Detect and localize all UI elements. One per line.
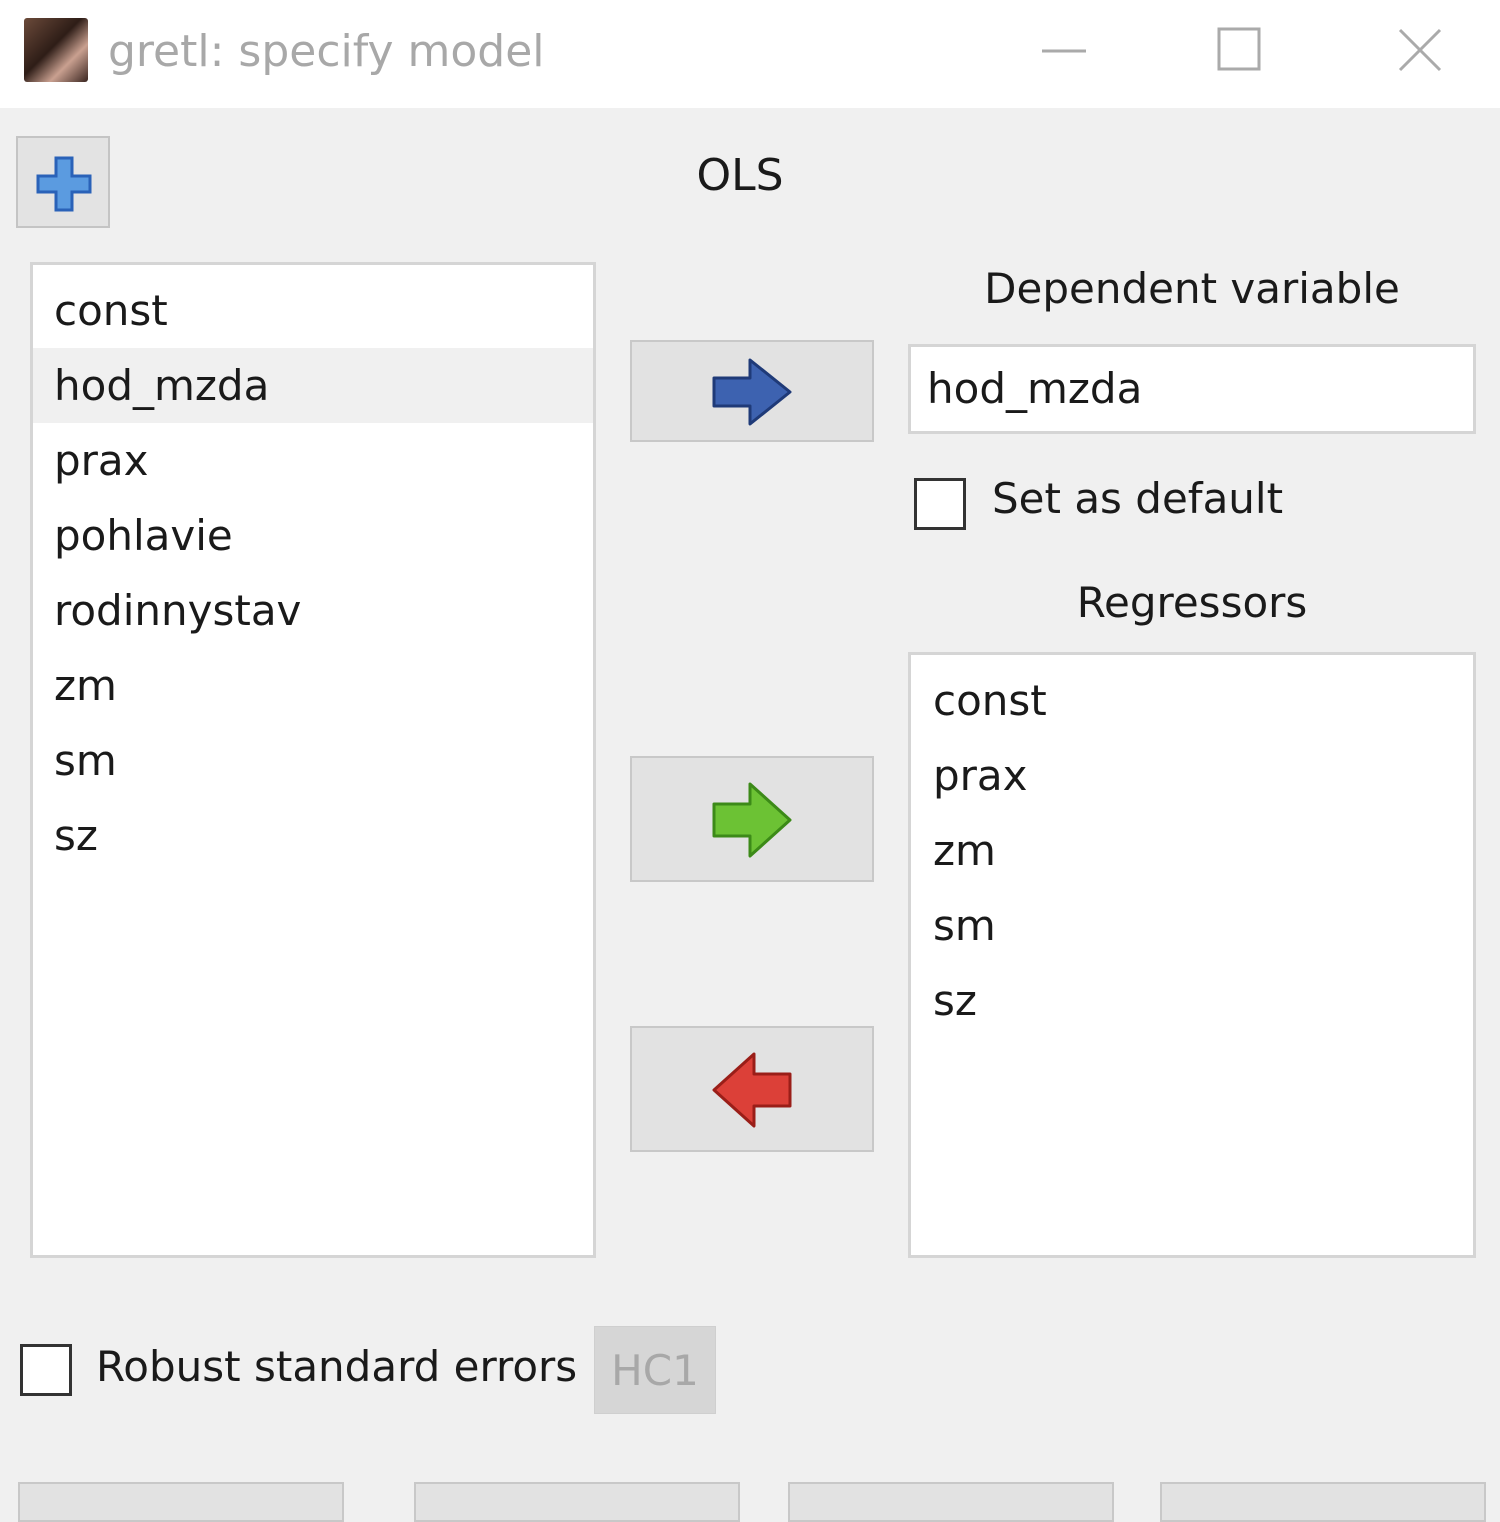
arrow-right-blue-icon (712, 358, 792, 426)
regressors-list[interactable]: const prax zm sm sz (908, 652, 1476, 1258)
regressors-label: Regressors (1076, 578, 1308, 627)
dependent-variable-label: Dependent variable (984, 264, 1400, 313)
plus-icon (36, 156, 92, 212)
set-as-default-label: Set as default (992, 474, 1284, 523)
estimator-label: OLS (696, 150, 784, 201)
arrow-left-red-icon (712, 1052, 792, 1128)
list-item-regressor[interactable]: zm (911, 813, 1473, 888)
dependent-variable-field[interactable]: hod_mzda (908, 344, 1476, 434)
close-icon (1398, 28, 1442, 72)
set-as-default-checkbox[interactable] (914, 478, 966, 530)
list-item-variable[interactable]: sm (33, 723, 593, 798)
arrow-right-green-icon (712, 782, 792, 858)
list-item-variable[interactable]: pohlavie (33, 498, 593, 573)
dialog-button-1[interactable] (18, 1482, 344, 1522)
list-item-regressor[interactable]: sm (911, 888, 1473, 963)
available-variables-list[interactable]: const hod_mzda prax pohlavie rodinnystav… (30, 262, 596, 1258)
dialog-button-2[interactable] (414, 1482, 740, 1522)
robust-standard-errors-checkbox[interactable] (20, 1344, 72, 1396)
robust-standard-errors-label: Robust standard errors (96, 1342, 578, 1391)
list-item-regressor[interactable]: const (911, 663, 1473, 738)
close-button[interactable] (1390, 20, 1450, 80)
title-bar: gretl: specify model (0, 0, 1500, 108)
minimize-button[interactable] (1034, 20, 1094, 80)
hc-variant-button[interactable]: HC1 (594, 1326, 716, 1414)
dialog-button-3[interactable] (788, 1482, 1114, 1522)
dialog-button-4[interactable] (1160, 1482, 1486, 1522)
window-title: gretl: specify model (108, 26, 545, 77)
list-item-regressor[interactable]: prax (911, 738, 1473, 813)
list-item-variable[interactable]: prax (33, 423, 593, 498)
list-item-variable[interactable]: sz (33, 798, 593, 873)
set-dependent-button[interactable] (630, 340, 874, 442)
list-item-variable[interactable]: const (33, 273, 593, 348)
list-item-variable-selected[interactable]: hod_mzda (33, 348, 593, 423)
list-item-variable[interactable]: rodinnystav (33, 573, 593, 648)
gretl-app-icon (24, 18, 88, 82)
maximize-icon (1217, 27, 1261, 71)
add-regressor-button[interactable] (630, 756, 874, 882)
list-item-variable[interactable]: zm (33, 648, 593, 723)
add-variable-button[interactable] (16, 136, 110, 228)
maximize-button[interactable] (1210, 20, 1270, 80)
minimize-icon (1042, 49, 1086, 53)
list-item-regressor[interactable]: sz (911, 963, 1473, 1038)
remove-regressor-button[interactable] (630, 1026, 874, 1152)
